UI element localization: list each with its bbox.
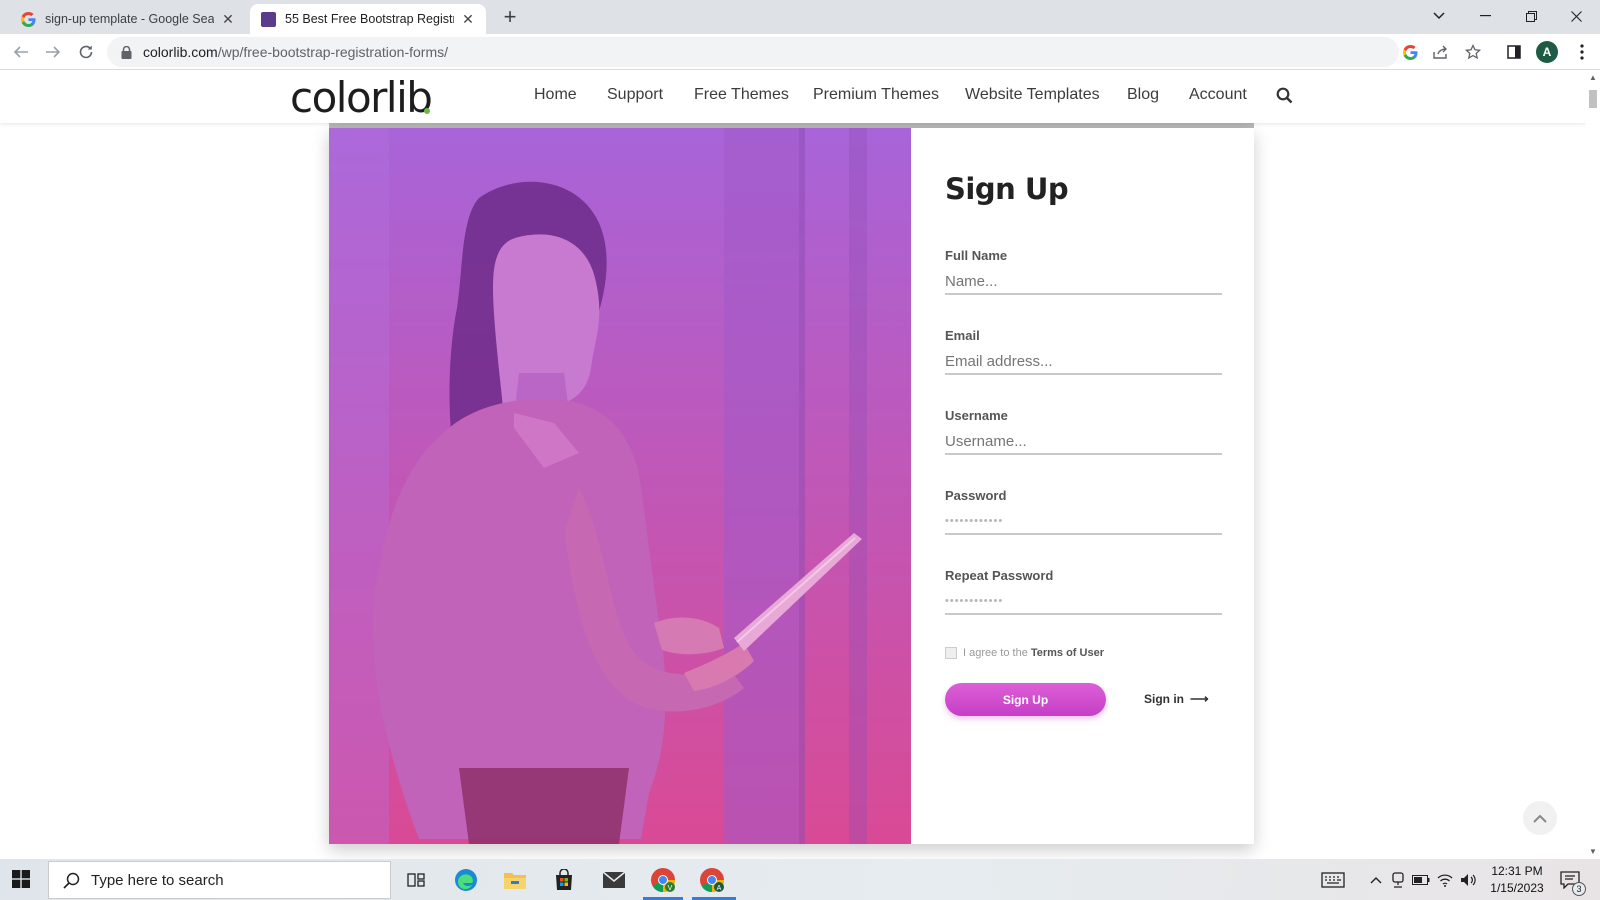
nav-account[interactable]: Account	[1189, 86, 1247, 104]
tab-google-search[interactable]: sign-up template - Google Searc ✕	[10, 4, 246, 34]
browser-toolbar: colorlib.com/wp/free-bootstrap-registrat…	[0, 34, 1600, 70]
edge-browser-icon[interactable]	[451, 865, 481, 895]
tab-title: sign-up template - Google Searc	[45, 12, 214, 26]
email-input[interactable]	[945, 349, 1222, 375]
windows-taskbar: Type here to search V A 12:31 PM 1/15/20…	[0, 859, 1600, 900]
nav-website-templates[interactable]: Website Templates	[965, 86, 1100, 104]
email-label: Email	[945, 328, 980, 343]
full-name-input[interactable]	[945, 269, 1222, 295]
file-explorer-icon[interactable]	[500, 865, 530, 895]
sign-in-label: Sign in	[1144, 692, 1184, 706]
page-viewport: colorlib Home Support Free Themes Premiu…	[0, 71, 1586, 859]
share-icon[interactable]	[1431, 42, 1451, 62]
browser-tab-strip: sign-up template - Google Searc ✕ 55 Bes…	[0, 0, 1600, 34]
clock-date: 1/15/2023	[1490, 881, 1544, 895]
sign-in-link[interactable]: Sign in ⟶	[1144, 691, 1209, 707]
taskbar-search-placeholder: Type here to search	[91, 871, 224, 889]
close-tab-icon[interactable]: ✕	[220, 11, 236, 27]
notification-count-badge: 3	[1572, 882, 1586, 896]
form-title: Sign Up	[945, 172, 1069, 206]
colorlib-logo[interactable]: colorlib	[290, 73, 433, 123]
back-to-top-button[interactable]	[1523, 801, 1557, 835]
page-scrollbar[interactable]: ▲ ▼	[1586, 71, 1600, 859]
hero-image	[329, 128, 911, 844]
new-tab-button[interactable]: +	[498, 6, 522, 30]
url-text: colorlib.com/wp/free-bootstrap-registrat…	[143, 44, 448, 60]
full-name-label: Full Name	[945, 248, 1008, 263]
tab-title: 55 Best Free Bootstrap Registrati	[285, 12, 454, 26]
chevron-up-icon	[1533, 814, 1547, 823]
signup-card: Sign Up Full Name Email Username Passwor…	[329, 128, 1254, 844]
signup-form: Sign Up Full Name Email Username Passwor…	[911, 128, 1254, 844]
terms-link[interactable]: Terms of User	[1031, 647, 1104, 659]
search-icon[interactable]	[1276, 87, 1294, 105]
svg-text:V: V	[668, 885, 673, 892]
clock-time: 12:31 PM	[1491, 864, 1543, 878]
username-label: Username	[945, 408, 1008, 423]
terms-text: I agree to the	[963, 647, 1028, 659]
wifi-icon[interactable]	[1436, 871, 1454, 889]
repeat-password-label: Repeat Password	[945, 568, 1054, 583]
forward-arrow-icon[interactable]	[40, 39, 66, 65]
search-icon	[61, 870, 81, 890]
volume-icon[interactable]	[1459, 871, 1477, 889]
scroll-down-arrow-icon[interactable]: ▼	[1589, 848, 1597, 856]
close-window-icon[interactable]	[1561, 4, 1591, 28]
chrome-profile-v-icon[interactable]: V	[648, 865, 678, 895]
repeat-password-input[interactable]	[945, 589, 1222, 615]
password-input[interactable]	[945, 509, 1222, 535]
colorlib-icon	[260, 11, 276, 27]
google-lens-icon[interactable]	[1400, 42, 1420, 62]
repeat-password-field: Repeat Password	[945, 568, 1222, 615]
svg-text:A: A	[717, 885, 722, 892]
nav-premium-themes[interactable]: Premium Themes	[813, 86, 939, 104]
nav-home[interactable]: Home	[534, 86, 577, 104]
scroll-up-arrow-icon[interactable]: ▲	[1589, 74, 1597, 82]
nav-free-themes[interactable]: Free Themes	[694, 86, 789, 104]
nav-support[interactable]: Support	[607, 86, 663, 104]
tab-search-chevron-icon[interactable]	[1424, 4, 1454, 28]
full-name-field: Full Name	[945, 248, 1222, 295]
kebab-menu-icon[interactable]	[1572, 42, 1592, 62]
scrollbar-thumb[interactable]	[1589, 90, 1597, 108]
battery-icon[interactable]	[1412, 871, 1430, 889]
terms-row: I agree to the Terms of User	[945, 647, 1104, 659]
username-input[interactable]	[945, 429, 1222, 455]
nav-blog[interactable]: Blog	[1127, 86, 1159, 104]
side-panel-icon[interactable]	[1504, 42, 1524, 62]
taskbar-clock[interactable]: 12:31 PM 1/15/2023	[1482, 863, 1552, 897]
minimize-icon[interactable]	[1470, 4, 1500, 28]
profile-avatar[interactable]: A	[1536, 41, 1558, 63]
terms-checkbox[interactable]	[945, 647, 957, 659]
task-view-icon[interactable]	[401, 865, 431, 895]
mail-icon[interactable]	[599, 865, 629, 895]
back-arrow-icon[interactable]	[8, 39, 34, 65]
woman-with-tablet-illustration	[329, 128, 911, 844]
keyboard-layout-icon[interactable]	[1320, 871, 1346, 889]
close-tab-icon[interactable]: ✕	[460, 11, 476, 27]
google-g-icon	[20, 11, 36, 27]
bookmark-star-icon[interactable]	[1463, 42, 1483, 62]
microsoft-store-icon[interactable]	[549, 865, 579, 895]
chrome-profile-a-icon[interactable]: A	[697, 865, 727, 895]
arrow-right-icon: ⟶	[1190, 691, 1209, 706]
meet-camera-icon[interactable]	[1389, 871, 1407, 889]
taskbar-search[interactable]: Type here to search	[48, 861, 391, 899]
address-bar[interactable]: colorlib.com/wp/free-bootstrap-registrat…	[107, 37, 1399, 67]
reload-icon[interactable]	[73, 39, 99, 65]
logo-dot	[424, 108, 430, 114]
password-field: Password	[945, 488, 1222, 535]
site-header: colorlib Home Support Free Themes Premiu…	[0, 71, 1586, 123]
password-label: Password	[945, 488, 1007, 503]
windows-start-icon[interactable]	[12, 870, 32, 890]
url-host: colorlib.com	[143, 44, 218, 60]
chevron-up-icon[interactable]	[1367, 871, 1385, 889]
username-field: Username	[945, 408, 1222, 455]
tab-colorlib[interactable]: 55 Best Free Bootstrap Registrati ✕	[250, 4, 486, 34]
restore-icon[interactable]	[1516, 4, 1546, 28]
email-field: Email	[945, 328, 1222, 375]
sign-up-button[interactable]: Sign Up	[945, 683, 1106, 716]
lock-icon[interactable]	[119, 45, 133, 59]
url-path: /wp/free-bootstrap-registration-forms/	[217, 44, 449, 60]
